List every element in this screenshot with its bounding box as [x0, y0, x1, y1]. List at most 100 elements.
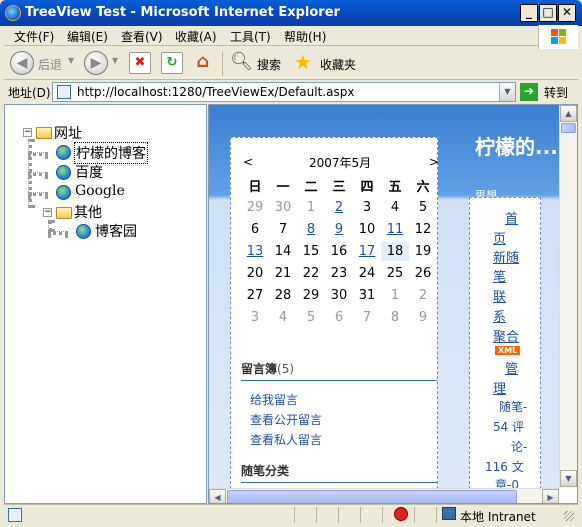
home-icon[interactable]: ⌂ — [192, 52, 214, 74]
status-separator — [294, 507, 295, 523]
weekday: 三 — [332, 180, 346, 195]
weekday: 二 — [304, 180, 318, 195]
address-url[interactable]: http://localhost:1280/TreeViewEx/Default… — [77, 85, 354, 99]
calendar-day: 1 — [306, 200, 316, 215]
menu-view[interactable]: 查看(V) — [121, 28, 163, 45]
nav-home-link[interactable]: 首 — [505, 208, 518, 227]
guestbook-link-private[interactable]: 查看私人留言 — [250, 431, 322, 448]
calendar-day: 30 — [274, 200, 292, 215]
blog-sidebar: < 2007年5月 > 日 一 二 三 四 五 六 29 30 1 2 3 4 … — [230, 137, 439, 489]
popup-blocked-icon[interactable] — [394, 507, 408, 521]
calendar-day: 28 — [274, 288, 292, 303]
search-button-label[interactable]: 搜索 — [257, 56, 281, 73]
go-arrow-icon: ➔ — [520, 83, 538, 101]
nav-contact-link[interactable]: 联 — [493, 286, 506, 305]
favorites-button-label[interactable]: 收藏夹 — [320, 56, 356, 73]
resize-grip-icon[interactable] — [564, 511, 574, 521]
calendar-day: 14 — [274, 244, 292, 259]
refresh-icon[interactable]: ↻ — [161, 52, 183, 74]
nav-new-post-link-2[interactable]: 笔 — [493, 266, 506, 285]
nav-syndicate-link[interactable]: 聚合 — [493, 326, 519, 345]
calendar-day-link[interactable]: 13 — [241, 244, 269, 259]
back-button-label[interactable]: 后退 — [38, 56, 62, 73]
calendar-day: 22 — [302, 266, 320, 281]
collapse-toggle-other[interactable]: − — [43, 208, 52, 217]
calendar-day-link[interactable]: 17 — [353, 244, 381, 259]
address-input[interactable]: http://localhost:1280/TreeViewEx/Default… — [52, 82, 516, 102]
calendar-next[interactable]: > — [429, 155, 439, 169]
calendar-month: 2007年5月 — [309, 156, 372, 170]
scroll-thumb[interactable] — [561, 123, 576, 133]
category-heading: 随笔分类 — [241, 464, 290, 478]
tree-node-cnblogs[interactable]: 博客园 — [95, 221, 137, 241]
weekday: 四 — [360, 180, 374, 195]
calendar-day: 31 — [358, 288, 376, 303]
guestbook-link-leave-message[interactable]: 给我留言 — [250, 391, 298, 408]
scroll-left-icon[interactable]: ◀ — [209, 489, 226, 503]
calendar-day: 29 — [302, 288, 320, 303]
back-arrow-icon[interactable]: ◀ — [10, 51, 34, 75]
close-button[interactable]: ✕ — [558, 4, 576, 22]
calendar-day: 4 — [278, 310, 288, 325]
menu-tools[interactable]: 工具(T) — [230, 28, 271, 45]
calendar-day: 1 — [390, 288, 400, 303]
nav-contact-link-2[interactable]: 系 — [493, 306, 506, 325]
menu-help[interactable]: 帮助(H) — [284, 28, 326, 45]
guestbook-link-public[interactable]: 查看公开留言 — [250, 411, 322, 428]
tree-node-google[interactable]: Google — [75, 183, 125, 199]
calendar-day-link[interactable]: 11 — [381, 222, 409, 237]
nav-admin-link-2[interactable]: 理 — [493, 378, 506, 397]
tree-line — [28, 192, 48, 196]
stats-line: 54 评 — [493, 420, 525, 434]
calendar-day: 12 — [414, 222, 432, 237]
tree-node-lemon-blog[interactable]: 柠檬的博客 — [74, 142, 148, 164]
hscroll-thumb[interactable] — [227, 490, 517, 503]
scroll-right-icon[interactable]: ▶ — [542, 489, 559, 503]
content-frame: < 2007年5月 > 日 一 二 三 四 五 六 29 30 1 2 3 4 … — [208, 104, 578, 504]
vertical-scrollbar[interactable]: ▲ ▼ — [559, 105, 577, 488]
horizontal-scrollbar[interactable]: ◀ ▶ — [209, 488, 559, 503]
calendar-day: 16 — [330, 244, 348, 259]
nav-new-post-link[interactable]: 新随 — [493, 247, 519, 266]
nav-home-link-2[interactable]: 页 — [493, 228, 506, 247]
calendar-prev[interactable]: < — [243, 155, 253, 169]
calendar-day: 25 — [386, 266, 404, 281]
menu-edit[interactable]: 编辑(E) — [67, 28, 108, 45]
nav-admin-link[interactable]: 管 — [505, 358, 518, 377]
guestbook-header: 留言簿(5) — [241, 360, 437, 381]
forward-arrow-icon[interactable]: ▶ — [84, 51, 108, 75]
calendar-day: 23 — [330, 266, 348, 281]
site-title[interactable]: 柠檬的... — [475, 131, 558, 160]
address-dropdown-icon[interactable]: ▼ — [499, 83, 515, 101]
back-dropdown-icon[interactable]: ▼ — [68, 56, 74, 65]
calendar-day-link[interactable]: 8 — [297, 222, 325, 237]
xml-badge[interactable]: XML — [495, 346, 521, 355]
weekday: 五 — [388, 180, 402, 195]
collapse-toggle-root[interactable]: − — [23, 128, 32, 137]
stop-icon[interactable]: ✖ — [129, 52, 151, 74]
menu-file[interactable]: 文件(F) — [14, 28, 54, 45]
tree-line — [28, 172, 48, 176]
calendar-day: 26 — [414, 266, 432, 281]
scroll-down-icon[interactable]: ▼ — [560, 470, 577, 487]
tree-node-other[interactable]: 其他 — [74, 202, 102, 222]
calendar-day: 7 — [278, 222, 288, 237]
calendar-day: 20 — [246, 266, 264, 281]
favorites-star-icon[interactable]: ★ — [294, 50, 312, 74]
menu-favorites[interactable]: 收藏(A) — [175, 28, 217, 45]
search-icon[interactable]: 🔍︎ — [230, 51, 253, 72]
minimize-button[interactable]: _ — [520, 4, 538, 22]
go-button[interactable]: ➔ 转到 — [518, 82, 578, 102]
calendar-grid: 日 一 二 三 四 五 六 29 30 1 2 3 4 5 6 7 8 9 10… — [241, 176, 437, 346]
blog-page: < 2007年5月 > 日 一 二 三 四 五 六 29 30 1 2 3 4 … — [209, 105, 559, 492]
maximize-button[interactable]: □ — [539, 4, 557, 22]
calendar-day: 6 — [250, 222, 260, 237]
status-separator — [436, 507, 437, 523]
calendar-day-link[interactable]: 2 — [325, 200, 353, 215]
tree-node-baidu[interactable]: 百度 — [75, 162, 103, 182]
scroll-up-icon[interactable]: ▲ — [560, 105, 577, 122]
forward-dropdown-icon[interactable]: ▼ — [112, 56, 118, 65]
tree-node-root[interactable]: 网址 — [54, 123, 82, 143]
calendar-day-link[interactable]: 9 — [325, 222, 353, 237]
menu-bar: 文件(F) 编辑(E) 查看(V) 收藏(A) 工具(T) 帮助(H) — [4, 26, 578, 46]
